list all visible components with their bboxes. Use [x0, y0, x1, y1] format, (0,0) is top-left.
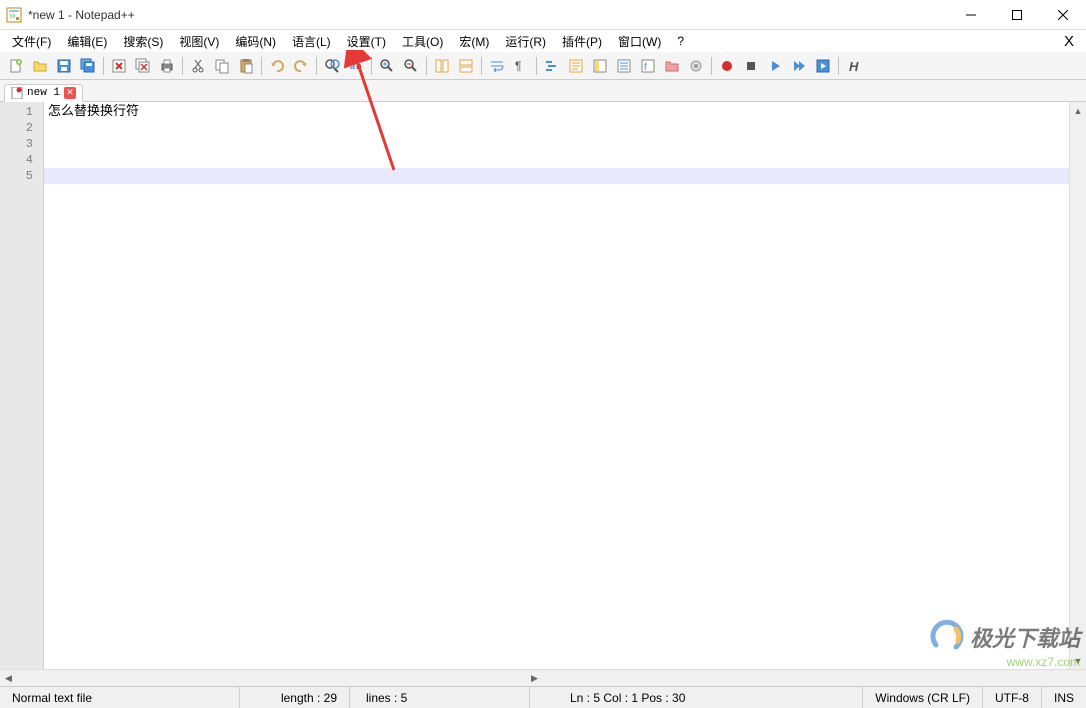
macro-record-icon[interactable]	[716, 55, 738, 77]
menu-settings[interactable]: 设置(T)	[339, 31, 394, 52]
replace-icon[interactable]: ab	[345, 55, 367, 77]
macro-play-icon[interactable]	[764, 55, 786, 77]
menu-plugins[interactable]: 插件(P)	[554, 31, 610, 52]
menu-edit[interactable]: 编辑(E)	[59, 31, 115, 52]
code-line	[44, 120, 1069, 136]
doc-map-icon[interactable]	[589, 55, 611, 77]
doc-icon	[11, 87, 23, 99]
new-file-icon[interactable]	[5, 55, 27, 77]
monitor-icon[interactable]	[685, 55, 707, 77]
line-number: 1	[0, 104, 43, 120]
menubar: 文件(F) 编辑(E) 搜索(S) 视图(V) 编码(N) 语言(L) 设置(T…	[0, 30, 1086, 52]
status-filetype: Normal text file	[0, 687, 240, 708]
user-lang-icon[interactable]	[565, 55, 587, 77]
editor-area: 1 2 3 4 5 怎么替换换行符 ▲ ▼	[0, 102, 1086, 669]
save-icon[interactable]	[53, 55, 75, 77]
close-button[interactable]	[1040, 0, 1086, 30]
status-lines: lines : 5	[350, 687, 530, 708]
horizontal-scrollbar-row: ◀ ▶	[0, 669, 1086, 686]
code-line	[44, 136, 1069, 152]
line-number: 3	[0, 136, 43, 152]
line-number: 4	[0, 152, 43, 168]
doc-list-icon[interactable]	[613, 55, 635, 77]
show-all-chars-icon[interactable]: ¶	[510, 55, 532, 77]
line-number: 5	[0, 168, 43, 184]
code-line: 怎么替换换行符	[44, 104, 1069, 120]
menu-window[interactable]: 窗口(W)	[610, 31, 669, 52]
line-number-gutter: 1 2 3 4 5	[0, 102, 44, 669]
paste-icon[interactable]	[235, 55, 257, 77]
menubar-close-icon[interactable]: X	[1056, 33, 1082, 50]
menu-file[interactable]: 文件(F)	[4, 31, 59, 52]
horizontal-scrollbar[interactable]: ◀ ▶	[0, 670, 543, 686]
menu-search[interactable]: 搜索(S)	[115, 31, 171, 52]
redo-icon[interactable]	[290, 55, 312, 77]
status-length: length : 29	[240, 687, 350, 708]
code-line-current	[44, 168, 1069, 184]
status-position: Ln : 5 Col : 1 Pos : 30	[530, 687, 863, 708]
zoom-in-icon[interactable]	[376, 55, 398, 77]
status-mode[interactable]: INS	[1042, 687, 1086, 708]
sync-h-icon[interactable]	[455, 55, 477, 77]
menu-tools[interactable]: 工具(O)	[394, 31, 451, 52]
svg-text:¶: ¶	[515, 59, 521, 73]
sync-v-icon[interactable]	[431, 55, 453, 77]
status-eol[interactable]: Windows (CR LF)	[863, 687, 983, 708]
tab-close-icon[interactable]: ✕	[64, 87, 76, 99]
save-all-icon[interactable]	[77, 55, 99, 77]
cut-icon[interactable]	[187, 55, 209, 77]
undo-icon[interactable]	[266, 55, 288, 77]
close-file-icon[interactable]	[108, 55, 130, 77]
svg-text:b: b	[356, 61, 362, 71]
menu-view[interactable]: 视图(V)	[171, 31, 227, 52]
copy-icon[interactable]	[211, 55, 233, 77]
tabstrip: new 1 ✕	[0, 80, 1086, 102]
window-title: *new 1 - Notepad++	[28, 8, 948, 22]
scroll-corner	[543, 670, 1086, 686]
open-file-icon[interactable]	[29, 55, 51, 77]
titlebar: *new 1 - Notepad++	[0, 0, 1086, 30]
svg-text:H: H	[849, 59, 859, 74]
zoom-out-icon[interactable]	[400, 55, 422, 77]
maximize-button[interactable]	[994, 0, 1040, 30]
app-icon	[6, 7, 22, 23]
vertical-scrollbar[interactable]: ▲ ▼	[1069, 102, 1086, 669]
folder-workspace-icon[interactable]	[661, 55, 683, 77]
wrap-icon[interactable]	[486, 55, 508, 77]
toolbar: ab ¶ f H	[0, 52, 1086, 80]
tab-label: new 1	[27, 87, 60, 99]
func-list-icon[interactable]: f	[637, 55, 659, 77]
statusbar: Normal text file length : 29 lines : 5 L…	[0, 686, 1086, 708]
status-encoding[interactable]: UTF-8	[983, 687, 1042, 708]
macro-save-icon[interactable]	[812, 55, 834, 77]
code-line	[44, 152, 1069, 168]
find-icon[interactable]	[321, 55, 343, 77]
indent-guide-icon[interactable]	[541, 55, 563, 77]
svg-text:f: f	[644, 62, 647, 73]
close-all-icon[interactable]	[132, 55, 154, 77]
scroll-up-icon[interactable]: ▲	[1070, 102, 1086, 119]
line-number: 2	[0, 120, 43, 136]
scroll-left-icon[interactable]: ◀	[0, 673, 17, 684]
print-icon[interactable]	[156, 55, 178, 77]
minimize-button[interactable]	[948, 0, 994, 30]
menu-macro[interactable]: 宏(M)	[451, 31, 497, 52]
document-tab[interactable]: new 1 ✕	[4, 84, 83, 102]
macro-stop-icon[interactable]	[740, 55, 762, 77]
menu-encoding[interactable]: 编码(N)	[227, 31, 284, 52]
code-area[interactable]: 怎么替换换行符	[44, 102, 1069, 669]
scroll-down-icon[interactable]: ▼	[1070, 652, 1086, 669]
menu-language[interactable]: 语言(L)	[284, 31, 339, 52]
menu-run[interactable]: 运行(R)	[497, 31, 554, 52]
scroll-right-icon[interactable]: ▶	[526, 673, 543, 684]
menu-help[interactable]: ?	[669, 32, 692, 50]
macro-play-multi-icon[interactable]	[788, 55, 810, 77]
bold-icon[interactable]: H	[843, 55, 865, 77]
